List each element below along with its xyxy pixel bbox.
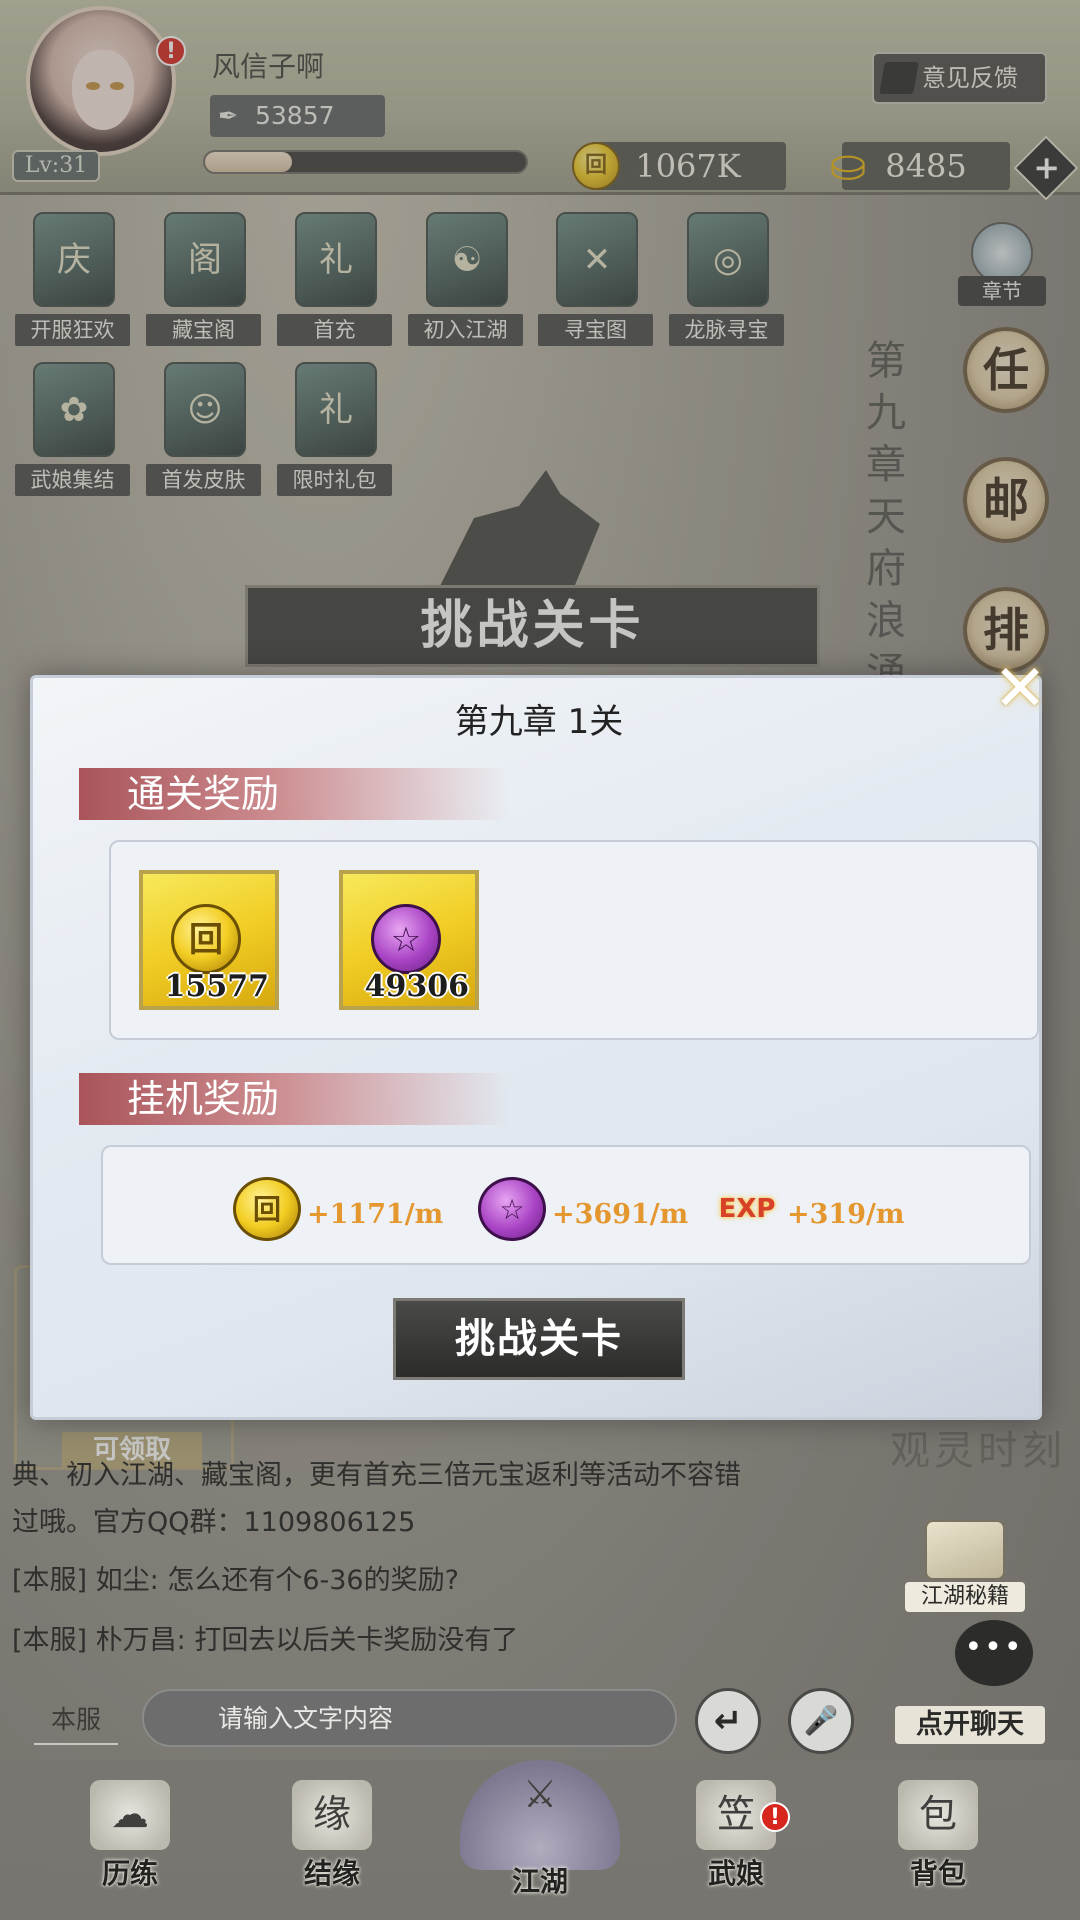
challenge-stage-button[interactable]: 挑战关卡 [393, 1298, 685, 1380]
purple-pill-icon: ☆ [478, 1177, 546, 1241]
crossed-swords-fan-icon: ⚔ [460, 1760, 620, 1870]
nav-training[interactable]: ☁ 历练 [50, 1760, 210, 1920]
nav-label: 结缘 [303, 1857, 360, 1890]
idle-reward-panel: 回 +1171/m ☆ +3691/m EXP +319/m [101, 1145, 1031, 1265]
coin-icon: 回 [171, 904, 241, 974]
chat-input-bar: 本服 ↵ 🎤 [0, 1685, 880, 1757]
nav-fate[interactable]: 缘 结缘 [252, 1760, 412, 1920]
idle-rate-value: +319/m [787, 1199, 905, 1230]
backpack-icon: 包 [898, 1780, 978, 1850]
secrets-label: 江湖秘籍 [905, 1582, 1025, 1612]
reward-pill-item[interactable]: ☆ 49306 [339, 870, 479, 1010]
stage-challenge-dialog: 第九章 1关 通关奖励 回 15577 ☆ 49306 挂机奖励 回 +1171… [30, 675, 1042, 1420]
chat-message: 过哦。官方QQ群：1109806125 [12, 1507, 416, 1538]
heroine-alert-badge: ! [760, 1802, 790, 1832]
clear-reward-panel: 回 15577 ☆ 49306 [109, 840, 1039, 1040]
chat-channel-selector[interactable]: 本服 [34, 1695, 118, 1745]
purple-pill-icon: ☆ [371, 904, 441, 974]
nav-heroines[interactable]: 笠 武娘 [656, 1760, 816, 1920]
idle-coin-rate: 回 +1171/m [233, 1147, 443, 1263]
cloud-icon: ☁ [90, 1780, 170, 1850]
microphone-icon[interactable]: 🎤 [788, 1688, 854, 1754]
reward-count: 49306 [364, 969, 469, 1004]
chat-message: [本服] 如尘: 怎么还有个6-36的奖励? [12, 1565, 459, 1596]
idle-reward-header: 挂机奖励 [79, 1073, 509, 1125]
chat-message: [本服] 朴万昌: 打回去以后关卡奖励没有了 [12, 1625, 519, 1656]
dialog-title: 第九章 1关 [454, 702, 624, 742]
open-chat-button[interactable]: 点开聊天 [895, 1706, 1045, 1744]
coin-icon: 回 [233, 1177, 301, 1241]
idle-exp-rate: EXP +319/m [713, 1147, 913, 1263]
send-enter-icon[interactable]: ↵ [695, 1688, 761, 1754]
nav-label: 江湖 [511, 1865, 568, 1898]
chat-bubble-icon: ••• [955, 1620, 1033, 1686]
idle-pill-rate: ☆ +3691/m [478, 1147, 688, 1263]
nav-bag[interactable]: 包 背包 [858, 1760, 1018, 1920]
nav-jianghu[interactable]: ⚔ 江湖 [440, 1760, 640, 1920]
chat-message: 典、初入江湖、藏宝阁，更有首充三倍元宝返利等活动不容错 [12, 1460, 741, 1491]
reward-coin-item[interactable]: 回 15577 [139, 870, 279, 1010]
nav-label: 历练 [101, 1857, 158, 1890]
nav-label: 背包 [909, 1857, 966, 1890]
clear-reward-header: 通关奖励 [79, 768, 509, 820]
jianghu-secrets-button[interactable]: 江湖秘籍 [905, 1520, 1025, 1612]
nav-label: 武娘 [707, 1857, 764, 1890]
secrets-book-icon [925, 1520, 1005, 1580]
chat-input[interactable] [142, 1689, 677, 1747]
fate-card-icon: 缘 [292, 1780, 372, 1850]
close-icon[interactable]: ✕ [990, 657, 1050, 721]
idle-rate-value: +1171/m [307, 1199, 444, 1230]
exp-star-icon: EXP [718, 1194, 776, 1224]
idle-rate-value: +3691/m [552, 1199, 689, 1230]
bottom-navigation: ☁ 历练 缘 结缘 ⚔ 江湖 笠 武娘 包 背包 [0, 1760, 1080, 1920]
reward-count: 15577 [164, 969, 269, 1004]
